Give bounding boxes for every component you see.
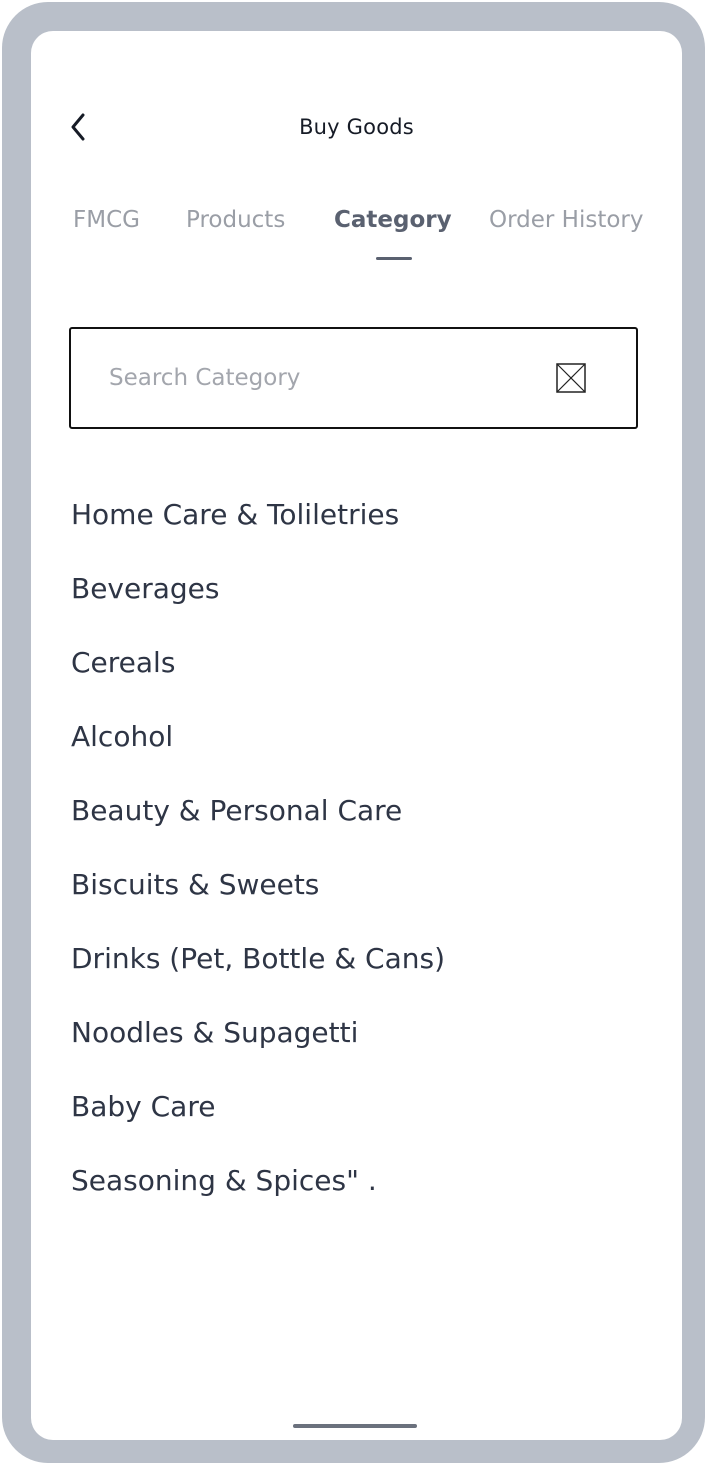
category-item-baby-care[interactable]: Baby Care [71, 1089, 651, 1163]
category-item-drinks[interactable]: Drinks (Pet, Bottle & Cans) [71, 941, 651, 1015]
app-screen: Buy Goods FMCG Products Category Order H… [31, 31, 682, 1440]
active-tab-indicator [376, 257, 412, 260]
home-indicator[interactable] [293, 1424, 417, 1428]
category-item-home-care[interactable]: Home Care & Toliletries [71, 497, 651, 571]
category-item-noodles[interactable]: Noodles & Supagetti [71, 1015, 651, 1089]
category-item-alcohol[interactable]: Alcohol [71, 719, 651, 793]
close-box-icon[interactable] [556, 363, 586, 393]
category-item-beauty[interactable]: Beauty & Personal Care [71, 793, 651, 867]
category-item-biscuits[interactable]: Biscuits & Sweets [71, 867, 651, 941]
device-frame: Buy Goods FMCG Products Category Order H… [2, 2, 705, 1463]
search-box [69, 327, 638, 429]
category-item-cereals[interactable]: Cereals [71, 645, 651, 719]
tab-order-history[interactable]: Order History [489, 207, 644, 233]
category-item-seasoning[interactable]: Seasoning & Spices" . [71, 1163, 651, 1237]
tab-fmcg[interactable]: FMCG [73, 207, 140, 233]
category-item-beverages[interactable]: Beverages [71, 571, 651, 645]
tab-category[interactable]: Category [334, 207, 452, 233]
category-list: Home Care & Toliletries Beverages Cereal… [71, 497, 651, 1237]
page-title: Buy Goods [299, 115, 414, 139]
search-input[interactable] [109, 359, 529, 397]
tab-bar: FMCG Products Category Order History [73, 207, 673, 267]
tab-products[interactable]: Products [186, 207, 285, 233]
